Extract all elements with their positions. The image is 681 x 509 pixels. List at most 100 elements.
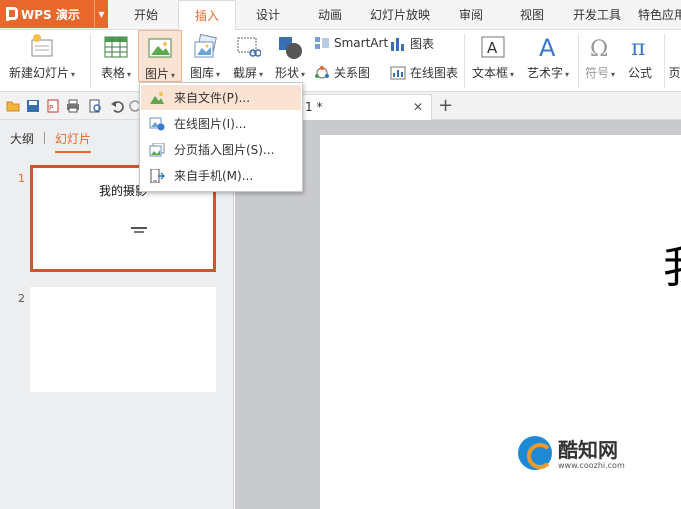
formula-label: 公式 bbox=[627, 66, 652, 80]
watermark-url: www.coozhi.com bbox=[558, 461, 625, 470]
table-icon bbox=[103, 34, 129, 60]
export-pdf-icon[interactable]: P bbox=[46, 99, 60, 113]
gallery-label: 图库 bbox=[189, 66, 214, 80]
svg-text:A: A bbox=[539, 34, 556, 60]
online-image-icon bbox=[149, 117, 165, 131]
tab-home[interactable]: 开始 bbox=[122, 0, 170, 30]
caret-down-icon: ▾ bbox=[127, 70, 132, 79]
picture-label: 图片 bbox=[144, 67, 169, 81]
caret-down-icon: ▾ bbox=[171, 71, 176, 80]
online-chart-button[interactable]: 在线图表 bbox=[390, 64, 458, 81]
table-button[interactable]: 表格 ▾ bbox=[96, 30, 136, 90]
caret-down-icon: ▾ bbox=[301, 70, 306, 79]
menu-item-paged-insert[interactable]: 分页插入图片(S)... bbox=[141, 137, 301, 162]
save-icon[interactable] bbox=[26, 99, 40, 113]
menu-item-label: 来自文件(P)... bbox=[174, 91, 251, 105]
divider bbox=[578, 34, 579, 88]
menu-item-online-picture[interactable]: 在线图片(I)... bbox=[141, 111, 301, 136]
new-tab-plus-icon[interactable]: + bbox=[438, 94, 453, 118]
symbol-label: 符号 bbox=[584, 66, 609, 80]
smartart-icon bbox=[314, 35, 330, 51]
divider bbox=[44, 132, 46, 144]
slide-title-text[interactable]: 我 bbox=[663, 231, 681, 295]
paged-image-icon bbox=[149, 142, 165, 157]
tab-animation[interactable]: 动画 bbox=[306, 0, 354, 30]
relation-chart-label: 关系图 bbox=[334, 66, 371, 80]
svg-text:Ω: Ω bbox=[590, 37, 608, 60]
print-preview-icon[interactable] bbox=[88, 99, 102, 113]
image-file-icon bbox=[149, 91, 165, 105]
svg-text:A: A bbox=[487, 39, 498, 57]
textbox-button[interactable]: A 文本框 ▾ bbox=[468, 30, 518, 90]
tab-features[interactable]: 特色应用 bbox=[638, 0, 681, 30]
picture-dropdown-menu: 来自文件(P)... 在线图片(I)... 分页插入图片(S)... 来自手机(… bbox=[139, 82, 303, 192]
relation-chart-icon bbox=[314, 65, 330, 81]
chart-button[interactable]: 图表 bbox=[390, 35, 434, 52]
formula-button[interactable]: π 公式 bbox=[622, 30, 658, 90]
tab-design[interactable]: 设计 bbox=[244, 0, 292, 30]
caret-down-icon: ▾ bbox=[565, 70, 570, 79]
new-slide-icon bbox=[29, 34, 55, 60]
app-name: WPS 演示 bbox=[21, 7, 80, 22]
ribbon-insert: 新建幻灯片 ▾ 表格 ▾ 图片 ▾ 图库 ▾ 截屏 ▾ 形状 ▾ SmartArt bbox=[0, 30, 681, 92]
table-label: 表格 bbox=[100, 66, 125, 80]
image-placeholder-icon bbox=[131, 224, 147, 234]
page-icon bbox=[668, 34, 681, 60]
watermark: 酷知网 www.coozhi.com bbox=[518, 434, 648, 474]
new-slide-label: 新建幻灯片 bbox=[8, 66, 69, 80]
slide-number: 2 bbox=[18, 292, 25, 305]
new-slide-button[interactable]: 新建幻灯片 ▾ bbox=[4, 30, 80, 90]
pi-icon: π bbox=[627, 34, 653, 61]
shapes-label: 形状 bbox=[274, 66, 299, 80]
textbox-icon: A bbox=[480, 34, 506, 60]
picture-button[interactable]: 图片 ▾ bbox=[138, 30, 182, 82]
document-tab-title: 1 * bbox=[305, 100, 323, 114]
wps-logo-icon bbox=[6, 7, 18, 21]
svg-text:P: P bbox=[49, 104, 53, 112]
undo-icon[interactable] bbox=[110, 99, 124, 113]
divider bbox=[90, 34, 91, 88]
relation-chart-button[interactable]: 关系图 bbox=[314, 64, 370, 81]
symbol-button[interactable]: Ω 符号 ▾ bbox=[582, 30, 618, 90]
app-menu-button[interactable]: WPS 演示 ▼ bbox=[0, 0, 108, 28]
open-folder-icon[interactable] bbox=[6, 99, 20, 113]
menu-item-from-file[interactable]: 来自文件(P)... bbox=[141, 85, 301, 110]
tab-outline[interactable]: 大纲 bbox=[10, 130, 34, 147]
more-button[interactable]: 页 bbox=[668, 30, 681, 90]
menu-item-label: 分页插入图片(S)... bbox=[174, 143, 275, 157]
tab-insert[interactable]: 插入 bbox=[178, 0, 236, 31]
phone-icon bbox=[149, 168, 165, 183]
menu-item-from-phone[interactable]: 来自手机(M)... bbox=[141, 163, 301, 188]
tab-review[interactable]: 审阅 bbox=[448, 0, 494, 30]
smartart-button[interactable]: SmartArt bbox=[314, 35, 388, 51]
svg-text:π: π bbox=[631, 36, 645, 60]
caret-down-icon[interactable]: ▼ bbox=[94, 0, 108, 28]
gallery-button[interactable]: 图库 ▾ bbox=[184, 30, 226, 90]
screenshot-label: 截屏 bbox=[232, 66, 257, 80]
tab-slideshow[interactable]: 幻灯片放映 bbox=[364, 0, 436, 30]
document-tab[interactable]: 1 * ✕ bbox=[292, 94, 432, 120]
tab-slides[interactable]: 幻灯片 bbox=[55, 130, 92, 153]
caret-down-icon: ▾ bbox=[259, 70, 264, 79]
shapes-icon bbox=[277, 34, 303, 60]
chart-label: 图表 bbox=[410, 37, 435, 51]
tab-developer[interactable]: 开发工具 bbox=[568, 0, 626, 30]
shapes-button[interactable]: 形状 ▾ bbox=[270, 30, 310, 90]
watermark-name: 酷知网 bbox=[558, 438, 618, 462]
slide-number: 1 bbox=[18, 172, 25, 185]
wordart-button[interactable]: A 艺术字 ▾ bbox=[522, 30, 574, 90]
tab-view[interactable]: 视图 bbox=[510, 0, 554, 30]
caret-down-icon: ▾ bbox=[71, 70, 76, 79]
divider bbox=[664, 34, 665, 88]
screenshot-button[interactable]: 截屏 ▾ bbox=[228, 30, 268, 90]
screenshot-icon bbox=[235, 34, 262, 60]
menu-bar: WPS 演示 ▼ 开始 插入 设计 动画 幻灯片放映 审阅 视图 开发工具 特色… bbox=[0, 0, 681, 31]
close-icon[interactable]: ✕ bbox=[413, 95, 423, 119]
wordart-icon: A bbox=[535, 34, 561, 62]
divider bbox=[464, 34, 465, 88]
textbox-label: 文本框 bbox=[471, 66, 508, 80]
smartart-label: SmartArt bbox=[334, 36, 389, 50]
slide-thumbnail-2[interactable] bbox=[30, 287, 216, 392]
wordart-label: 艺术字 bbox=[526, 66, 563, 80]
print-icon[interactable] bbox=[66, 99, 80, 113]
